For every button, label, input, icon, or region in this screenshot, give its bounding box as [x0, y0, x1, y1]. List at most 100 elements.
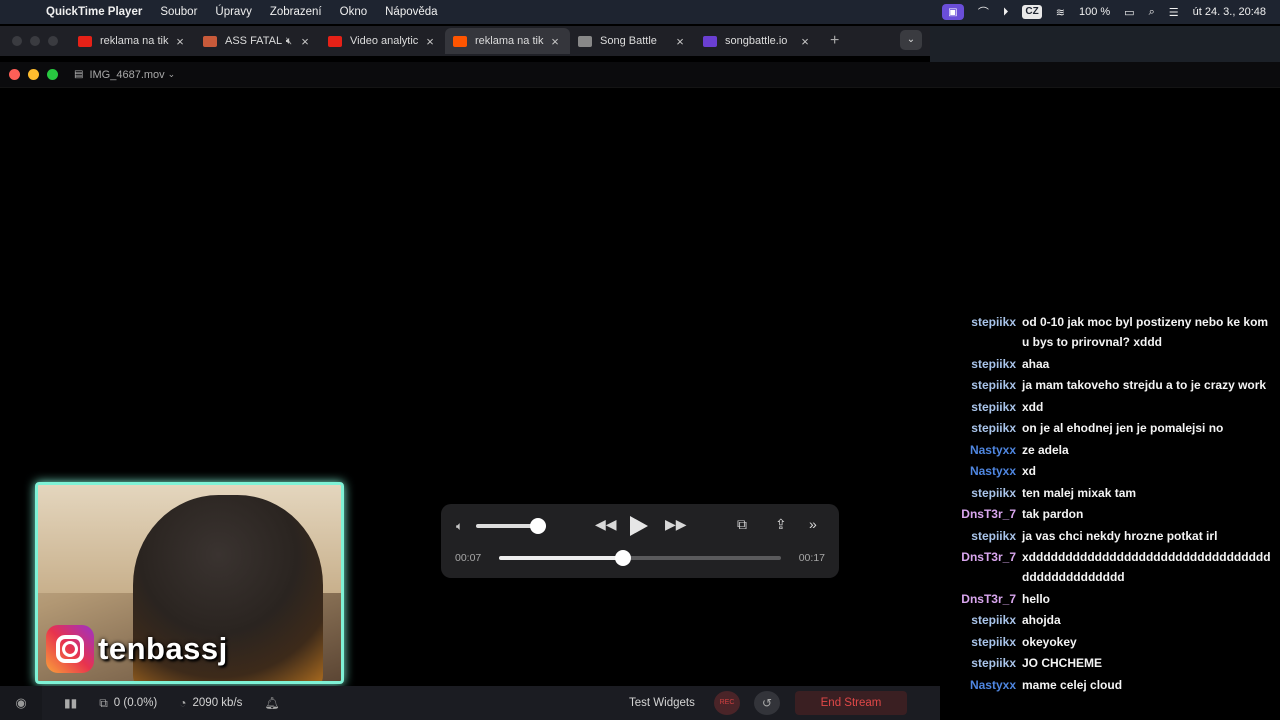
airplay-icon[interactable]: ⌒ — [978, 4, 989, 20]
replay-buffer-icon[interactable]: ↺ — [754, 691, 780, 715]
chat-username: stepiikx — [971, 399, 1016, 414]
notifications[interactable]: 🔔︎ — [264, 696, 279, 710]
chat-message: stepiikx ja mam takoveho strejdu a to je … — [944, 375, 1274, 395]
chat-message: stepiikx ahojda — [944, 610, 1274, 630]
seek-knob[interactable] — [615, 550, 632, 566]
chat-username: stepiikx — [971, 528, 1016, 543]
chat-username: Nastyxx — [969, 464, 1016, 478]
chat-text: ze adela — [1022, 442, 1069, 457]
screen: QuickTime Player Soubor Úpravy Zobrazení… — [0, 0, 1280, 720]
minimize-button[interactable] — [28, 69, 39, 80]
stats-item[interactable]: ▮▮ — [64, 696, 77, 710]
close-button[interactable] — [9, 69, 20, 80]
video-filename[interactable]: IMG_4687.mov — [89, 69, 164, 81]
chat-username: stepiikx — [971, 485, 1016, 500]
chat-text: JO CHCHEME — [1022, 656, 1103, 670]
wifi-icon[interactable]: ≋ — [1056, 6, 1065, 19]
tab-favicon-icon — [203, 35, 217, 47]
menubar-status-area: ▣ ⌒ ⏵ CZ ≋ 100 % ▭ ⌕ ☰ út 24. 3., 20:48 — [941, 0, 1266, 24]
menu-edit[interactable]: Úpravy — [215, 6, 251, 18]
player-controls: 🔈︎ ◀◀ ▶▶ ⧉ ⇪ » 00:07 00:17 — [441, 504, 839, 578]
control-center-icon[interactable]: ☰ — [1169, 6, 1179, 19]
chat-username: DnsT3r_7 — [961, 507, 1016, 521]
tab-close-icon[interactable]: × — [423, 34, 437, 49]
tab-favicon-icon — [328, 35, 342, 47]
seek-bar[interactable] — [499, 550, 781, 566]
browser-tab[interactable]: Song Battle × — [570, 28, 695, 54]
instagram-icon — [46, 625, 94, 673]
chat-username: Nastyxx — [969, 442, 1016, 457]
volume-icon[interactable]: 🔈︎ — [456, 519, 463, 534]
frames-icon: ⧉ — [99, 695, 108, 710]
chat-message: stepiikx xdd — [944, 397, 1274, 417]
tab-muted-icon[interactable]: 🔇︎ — [286, 36, 292, 47]
volume-knob[interactable] — [529, 518, 546, 534]
browser-tab[interactable]: Video analytic × — [320, 28, 445, 54]
bitrate: ◔ 2090 kb/s — [179, 696, 242, 710]
share-icon[interactable]: ⇪ — [775, 516, 787, 533]
menubar-clock[interactable]: út 24. 3., 20:48 — [1193, 6, 1266, 18]
chat-message: Nastyxx ze adela — [944, 440, 1274, 460]
menu-file[interactable]: Soubor — [160, 6, 197, 18]
end-stream-button[interactable]: End Stream — [795, 691, 907, 715]
play-circle-icon[interactable]: ⏵ — [1003, 6, 1009, 19]
tab-favicon-icon — [578, 35, 592, 47]
bitrate-value: 2090 kb/s — [192, 697, 243, 709]
tab-close-icon[interactable]: × — [298, 34, 312, 49]
browser-zoom-button[interactable] — [48, 36, 58, 46]
browser-tab[interactable]: reklama na tik × — [445, 28, 570, 54]
chevron-down-icon[interactable]: ⌄ — [168, 69, 176, 80]
browser-tab[interactable]: reklama na tik × — [70, 28, 195, 54]
chat-message: DnsT3r_7 tak pardon — [944, 504, 1274, 524]
battery-percent: 100 % — [1078, 6, 1111, 18]
screen-recording-icon[interactable]: ▣ — [941, 4, 964, 20]
menu-view[interactable]: Zobrazení — [270, 6, 322, 18]
tab-close-icon[interactable]: × — [548, 34, 562, 49]
tab-close-icon[interactable]: × — [173, 34, 187, 49]
rewind-icon[interactable]: ◀◀ — [595, 516, 617, 533]
chat-username: Nastyxx — [969, 677, 1016, 692]
user-icon[interactable]: ◉ — [0, 686, 42, 720]
chat-message: DnsT3r_7 xddddddddddddddddddddddddddddddd… — [944, 547, 1274, 587]
macos-menubar: QuickTime Player Soubor Úpravy Zobrazení… — [0, 0, 1280, 24]
more-options-icon[interactable]: » — [809, 516, 817, 532]
tab-close-icon[interactable]: × — [673, 34, 687, 49]
time-elapsed: 00:07 — [455, 552, 482, 564]
seek-progress — [499, 556, 624, 560]
tab-close-icon[interactable]: × — [798, 34, 812, 49]
battery-icon[interactable]: ▭ — [1124, 6, 1134, 19]
new-tab-button[interactable]: + — [830, 32, 839, 50]
keyboard-layout-badge[interactable]: CZ — [1022, 5, 1042, 19]
browser-minimize-button[interactable] — [30, 36, 40, 46]
chat-text: xd — [1022, 464, 1037, 478]
play-icon[interactable] — [630, 516, 648, 536]
fast-forward-icon[interactable]: ▶▶ — [665, 516, 687, 533]
quicktime-titlebar: ▤ IMG_4687.mov ⌄ — [0, 62, 1280, 88]
spotlight-search-icon[interactable]: ⌕ — [1149, 6, 1155, 19]
browser-close-button[interactable] — [12, 36, 22, 46]
menu-window[interactable]: Okno — [340, 6, 368, 18]
dropped-frames: ⧉ 0 (0.0%) — [99, 696, 157, 711]
chat-username: stepiikx — [971, 421, 1016, 435]
chat-message: DnsT3r_7 hello — [944, 589, 1274, 609]
browser-tab[interactable]: songbattle.io × — [695, 28, 820, 54]
tab-label: reklama na tik — [475, 35, 544, 47]
zoom-button[interactable] — [47, 69, 58, 80]
tab-label: Video analytic — [350, 35, 419, 47]
browser-tab[interactable]: ASS FATAL 🔇︎ × — [195, 28, 320, 54]
quicktime-window-controls — [9, 69, 58, 80]
chat-text: ten malej mixak tam — [1022, 485, 1137, 500]
chat-message: stepiikx ten malej mixak tam — [944, 483, 1274, 503]
menu-app-quicktime[interactable]: QuickTime Player — [46, 6, 142, 18]
test-widgets-button[interactable]: Test Widgets — [629, 686, 695, 720]
menu-help[interactable]: Nápověda — [385, 6, 437, 18]
chat-message: stepiikx okeyokey — [944, 632, 1274, 652]
bell-icon[interactable]: 🔔︎ — [264, 696, 279, 710]
chat-username: stepiikx — [971, 656, 1016, 670]
tab-label: Song Battle — [600, 35, 657, 47]
tab-search-dropdown-icon[interactable]: ⌄ — [900, 30, 922, 50]
gauge-icon: ◔ — [179, 696, 187, 710]
chat-text: on je al ehodnej jen je pomalejsi no — [1022, 421, 1224, 435]
record-button[interactable]: REC — [714, 691, 740, 715]
picture-in-picture-icon[interactable]: ⧉ — [737, 516, 747, 533]
